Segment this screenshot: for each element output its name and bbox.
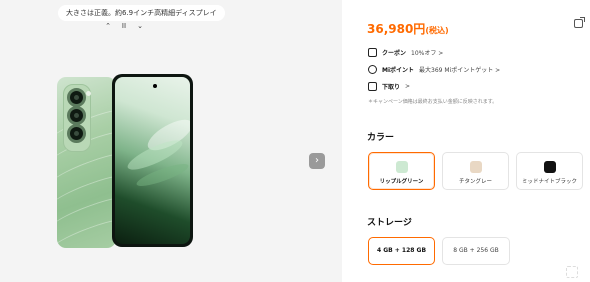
campaign-note: ＊キャンペーン価格は最終お支払い金額に反映されます。 [368,99,498,105]
trade-in-label: 下取り [382,83,401,91]
color-option-label: ミッドナイトブラック [521,179,577,185]
mi-points-value: 最大369 Miポイントゲット > [419,66,501,74]
color-option-ripple-green[interactable]: リップルグリーン [368,152,435,190]
trade-in-icon [368,81,377,91]
mi-points-row[interactable]: Miポイント 最大369 Miポイントゲット > [368,64,500,74]
color-section-title: カラー [367,133,395,143]
mi-points-label: Miポイント [382,66,415,74]
color-swatch [395,161,408,173]
front-camera-icon [153,84,157,88]
camera-lens-icon [67,88,86,107]
price-value: 36,980円 [367,22,426,36]
share-icon[interactable] [574,17,585,28]
coupon-value: 10%オフ > [411,49,444,57]
chevron-down-icon[interactable]: ⌄ [134,22,146,30]
next-image-button[interactable]: › [309,153,325,169]
camera-lens-icon [67,106,86,125]
coupon-label: クーポン [382,49,407,57]
color-option-label: リップルグリーン [379,179,424,185]
flash-icon [86,91,91,96]
trade-in-row[interactable]: 下取り > [368,81,410,91]
tax-note: (税込) [425,26,449,35]
storage-option-128gb[interactable]: 4 GB + 128 GB [368,237,435,265]
phone-screen [115,77,190,244]
product-gallery: 大きさは正義。約6.9インチ高精細ディスプレイ ⌃ II ⌄ › [0,0,342,282]
watermark-icon [566,266,578,278]
product-price: 36,980円(税込) [367,20,449,37]
mi-points-icon [368,64,377,74]
pause-icon[interactable]: II [118,22,130,30]
phone-front-image [112,74,193,247]
camera-lens-icon [67,124,86,143]
color-swatch [543,161,556,173]
gallery-caption: 大きさは正義。約6.9インチ高精細ディスプレイ [58,5,225,21]
storage-option-256gb[interactable]: 8 GB + 256 GB [442,237,510,265]
color-option-titan-gray[interactable]: チタングレー [442,152,509,190]
color-option-label: チタングレー [458,179,492,185]
color-option-midnight-black[interactable]: ミッドナイトブラック [516,152,583,190]
color-swatch [469,161,482,173]
chevron-up-icon[interactable]: ⌃ [102,22,114,30]
coupon-icon [368,47,377,57]
trade-in-value: > [405,82,411,90]
coupon-row[interactable]: クーポン 10%オフ > [368,47,443,57]
storage-section-title: ストレージ [367,218,412,228]
